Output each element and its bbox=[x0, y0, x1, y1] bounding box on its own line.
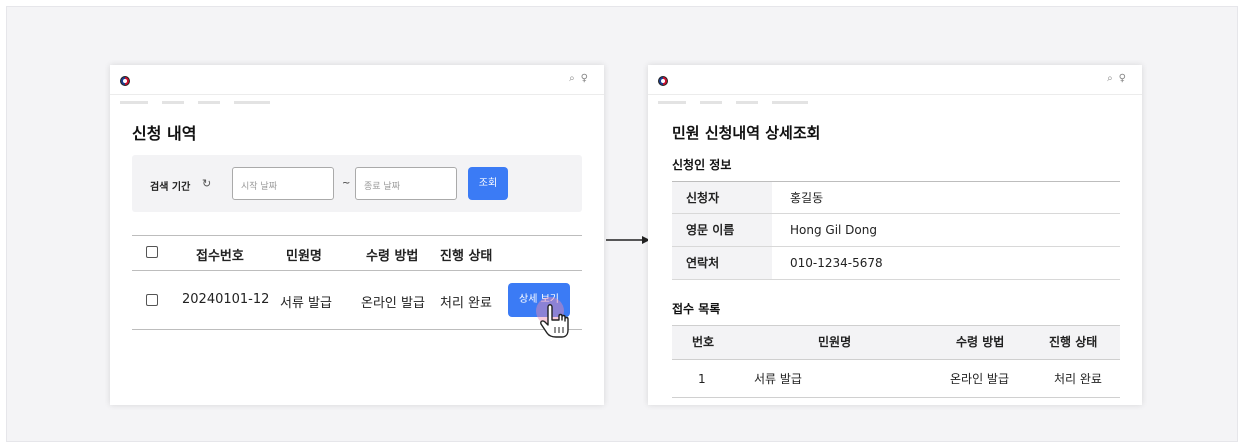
search-icon[interactable]: ⌕ bbox=[1107, 73, 1119, 84]
cell-no: 1 bbox=[698, 372, 706, 386]
receipt-section-title: 접수 목록 bbox=[672, 302, 721, 316]
col-receipt-no: 접수번호 bbox=[196, 249, 244, 264]
applicant-key: 영문 이름 bbox=[672, 214, 772, 246]
top-icons: ⌕♀ bbox=[1107, 73, 1132, 84]
nav-item[interactable] bbox=[658, 101, 686, 104]
nav-item[interactable] bbox=[736, 101, 758, 104]
nav-item[interactable] bbox=[700, 101, 722, 104]
application-detail-screen: ⌕♀ 민원 신청내역 상세조회 신청인 정보 신청자 홍길동 영문 이름 Hon… bbox=[648, 65, 1142, 405]
top-bar: ⌕♀ bbox=[648, 65, 1142, 95]
cell-status: 처리 완료 bbox=[1054, 372, 1102, 386]
table-header-border bbox=[132, 270, 582, 271]
nav-placeholder-bars bbox=[120, 101, 284, 105]
col-status: 진행 상태 bbox=[1049, 335, 1098, 349]
top-icons: ⌕♀ bbox=[569, 73, 594, 84]
date-separator: ~ bbox=[342, 178, 351, 189]
cell-method: 온라인 발급 bbox=[950, 372, 1010, 386]
nav-item[interactable] bbox=[234, 101, 270, 104]
user-icon[interactable]: ♀ bbox=[581, 73, 594, 84]
application-list-screen: ⌕♀ 신청 내역 검색 기간 ↻ 시작 날짜 ~ 종료 날짜 조회 접수번호 민… bbox=[110, 65, 604, 405]
table-row[interactable]: 1 서류 발급 온라인 발급 처리 완료 bbox=[672, 360, 1120, 398]
col-method: 수령 방법 bbox=[956, 335, 1005, 349]
applicant-row-name: 신청자 홍길동 bbox=[672, 181, 1120, 214]
applicant-key: 연락처 bbox=[672, 247, 772, 279]
col-name: 민원명 bbox=[818, 335, 852, 349]
hand-pointer-icon bbox=[536, 297, 569, 338]
nav-item[interactable] bbox=[198, 101, 220, 104]
nav-item[interactable] bbox=[162, 101, 184, 104]
receipt-table-header: 번호 민원명 수령 방법 진행 상태 bbox=[672, 325, 1120, 360]
nav-placeholder-bars bbox=[658, 101, 822, 105]
query-button[interactable]: 조회 bbox=[468, 167, 508, 200]
search-period-label: 검색 기간 bbox=[150, 182, 191, 193]
col-status: 진행 상태 bbox=[440, 249, 493, 264]
applicant-section-title: 신청인 정보 bbox=[672, 158, 732, 172]
cell-receipt-no: 20240101-12 bbox=[182, 292, 270, 307]
cell-name: 서류 발급 bbox=[754, 372, 802, 386]
top-bar: ⌕♀ bbox=[110, 65, 604, 95]
col-name: 민원명 bbox=[286, 249, 322, 264]
search-icon[interactable]: ⌕ bbox=[569, 73, 581, 84]
applicant-value: 홍길동 bbox=[790, 191, 824, 205]
arrow-right-icon bbox=[606, 236, 650, 244]
search-filter-box: 검색 기간 ↻ 시작 날짜 ~ 종료 날짜 조회 bbox=[132, 155, 582, 212]
cell-status: 처리 완료 bbox=[440, 296, 492, 311]
user-icon[interactable]: ♀ bbox=[1119, 73, 1132, 84]
applicant-row-contact: 연락처 010-1234-5678 bbox=[672, 247, 1120, 280]
table-row-border bbox=[132, 329, 582, 330]
page-title: 신청 내역 bbox=[132, 124, 197, 143]
nav-item[interactable] bbox=[772, 101, 808, 104]
page-title: 민원 신청내역 상세조회 bbox=[672, 124, 821, 142]
cell-name: 서류 발급 bbox=[280, 296, 332, 311]
applicant-value: 010-1234-5678 bbox=[790, 256, 883, 270]
end-date-input[interactable]: 종료 날짜 bbox=[355, 167, 457, 200]
row-checkbox[interactable] bbox=[146, 294, 158, 306]
col-method: 수령 방법 bbox=[366, 249, 419, 264]
start-date-input[interactable]: 시작 날짜 bbox=[232, 167, 334, 200]
applicant-row-english-name: 영문 이름 Hong Gil Dong bbox=[672, 214, 1120, 247]
refresh-icon[interactable]: ↻ bbox=[202, 177, 211, 190]
taegeuk-logo-icon bbox=[120, 76, 130, 86]
taegeuk-logo-icon bbox=[658, 76, 668, 86]
select-all-checkbox[interactable] bbox=[146, 246, 158, 258]
applicant-value: Hong Gil Dong bbox=[790, 223, 877, 237]
table-top-border bbox=[132, 235, 582, 236]
nav-item[interactable] bbox=[120, 101, 148, 104]
col-no: 번호 bbox=[692, 335, 715, 349]
cell-method: 온라인 발급 bbox=[361, 296, 425, 311]
applicant-key: 신청자 bbox=[672, 182, 772, 213]
